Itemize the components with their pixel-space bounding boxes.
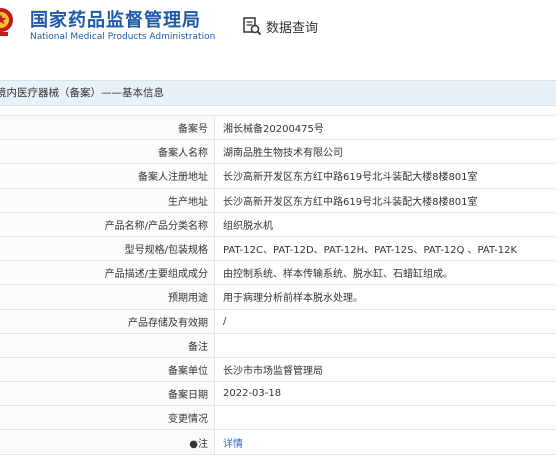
field-value: 湖南品胜生物技术有限公司 [214, 139, 556, 165]
field-label: 备案人名称 [0, 139, 215, 165]
table-row: 生产地址 长沙高新开发区东方红中路619号北斗装配大楼8楼801室 [0, 187, 556, 213]
field-label: 备案日期 [0, 381, 215, 407]
field-value: 长沙高新开发区东方红中路619号北斗装配大楼8楼801室 [214, 163, 556, 189]
field-label: 备案单位 [0, 356, 215, 383]
field-value: 长沙高新开发区东方红中路619号北斗装配大楼8楼801室 [214, 187, 556, 213]
field-value: 长沙市市场监督管理局 [214, 356, 556, 383]
field-label: 备案号 [0, 114, 215, 141]
field-value: 湘长械备20200475号 [214, 114, 556, 141]
field-value: 用于病理分析前样本脱水处理。 [214, 284, 556, 310]
table-row: 备案日期 2022-03-18 [0, 381, 556, 407]
field-value [214, 332, 556, 358]
table-row: 备注 [0, 332, 556, 358]
field-value: PAT-12C、PAT-12D、PAT-12H、PAT-12S、PAT-12Q … [214, 235, 556, 262]
table-row: 型号规格/包装规格 PAT-12C、PAT-12D、PAT-12H、PAT-12S… [0, 235, 556, 262]
field-label: 变更情况 [0, 405, 215, 431]
field-label: ●注 [0, 429, 215, 455]
table-row: 产品描述/主要组成成分 由控制系统、样本传输系统、脱水缸、石蜡缸组成。 [0, 260, 556, 286]
field-label: 备案人注册地址 [0, 163, 215, 189]
field-value: / [214, 308, 556, 334]
field-label: 生产地址 [0, 187, 215, 213]
table-row: ●注 详情 [0, 429, 556, 455]
field-value: 由控制系统、样本传输系统、脱水缸、石蜡缸组成。 [214, 260, 556, 286]
field-label: 产品名称/产品分类名称 [0, 211, 215, 237]
field-value: 详情 [214, 429, 556, 455]
table-row: 产品名称/产品分类名称 组织脱水机 [0, 211, 556, 237]
field-label: 产品存储及有效期 [0, 308, 215, 334]
table-row: 备案号 湘长械备20200475号 [0, 114, 556, 141]
search-document-icon [243, 17, 262, 36]
field-value: 2022-03-18 [214, 381, 556, 407]
field-value: 组织脱水机 [214, 211, 556, 237]
site-subtitle: National Medical Products Administration [30, 32, 216, 42]
table-row: 备案单位 长沙市市场监督管理局 [0, 356, 556, 383]
table-row: 变更情况 [0, 405, 556, 431]
section-title-bar: 境内医疗器械（备案）——基本信息 [0, 80, 556, 106]
site-title: 国家药品监督管理局 [30, 10, 201, 31]
field-label: 产品描述/主要组成成分 [0, 260, 215, 286]
table-row: 预期用途 用于病理分析前样本脱水处理。 [0, 284, 556, 310]
data-query-link[interactable]: 数据查询 [242, 16, 318, 36]
field-label: 型号规格/包装规格 [0, 235, 215, 262]
field-label: 备注 [0, 332, 215, 358]
site-header: 国家药品监督管理局 National Medical Products Admi… [0, 0, 556, 74]
field-value [214, 405, 556, 431]
details-link[interactable]: 详情 [223, 439, 243, 450]
table-row: 备案人名称 湖南品胜生物技术有限公司 [0, 139, 556, 165]
table-row: 产品存储及有效期 / [0, 308, 556, 334]
national-emblem-icon [0, 8, 13, 36]
table-row: 备案人注册地址 长沙高新开发区东方红中路619号北斗装配大楼8楼801室 [0, 163, 556, 189]
data-query-label: 数据查询 [266, 20, 319, 36]
field-label: 预期用途 [0, 284, 215, 310]
info-table: 备案号 湘长械备20200475号 备案人名称 湖南品胜生物技术有限公司 备案人注册地址… [0, 114, 556, 455]
section-title: 境内医疗器械（备案）——基本信息 [0, 87, 164, 99]
